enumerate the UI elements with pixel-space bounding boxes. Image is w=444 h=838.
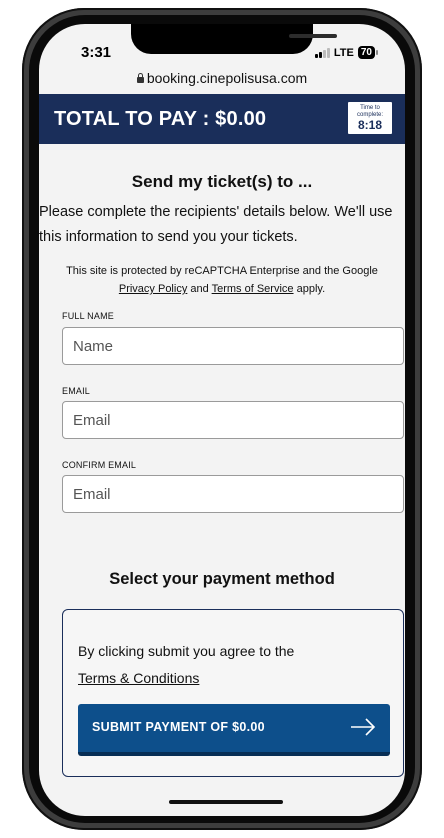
submit-payment-label: SUBMIT PAYMENT OF $0.00 — [92, 720, 265, 734]
status-time: 3:31 — [81, 44, 112, 61]
url-text: booking.cinepolisusa.com — [146, 70, 308, 86]
timer-value: 8:18 — [357, 118, 383, 132]
submit-payment-button[interactable]: SUBMIT PAYMENT OF $0.00 — [78, 704, 390, 756]
total-to-pay: TOTAL TO PAY : $0.00 — [54, 108, 267, 130]
countdown-timer: Time to complete: 8:18 — [347, 101, 393, 135]
recaptcha-notice: This site is protected by reCAPTCHA Ente… — [39, 262, 405, 298]
terms-of-service-link[interactable]: Terms of Service — [212, 283, 294, 295]
and-text: and — [190, 283, 209, 295]
privacy-policy-link[interactable]: Privacy Policy — [119, 283, 187, 295]
network-type: LTE — [333, 46, 354, 59]
speaker-grille — [289, 34, 337, 38]
confirm-email-label: CONFIRM EMAIL — [62, 460, 137, 470]
full-name-label: FULL NAME — [62, 311, 114, 321]
payment-card: By clicking submit you agree to the Term… — [62, 609, 404, 777]
email-label: EMAIL — [62, 386, 91, 396]
confirm-email-input[interactable] — [62, 475, 404, 513]
terms-conditions-link[interactable]: Terms & Conditions — [78, 670, 199, 686]
battery-icon: 70 — [357, 46, 379, 59]
apply-text: apply. — [296, 283, 326, 295]
payment-title: Select your payment method — [109, 570, 335, 588]
arrow-right-icon — [350, 718, 376, 739]
recipients-intro: Please complete the recipients' details … — [39, 204, 393, 245]
home-indicator[interactable] — [169, 800, 283, 804]
phone-screen: 3:31 LTE 70 booking.cinepolisusa.com TOT… — [39, 24, 405, 816]
recaptcha-text: This site is protected by reCAPTCHA Ente… — [66, 265, 378, 277]
signal-icon — [314, 47, 330, 58]
recipients-title: Send my ticket(s) to ... — [131, 172, 313, 191]
lock-icon — [136, 73, 144, 83]
total-header: TOTAL TO PAY : $0.00 Time to complete: 8… — [39, 94, 405, 144]
url-bar[interactable]: booking.cinepolisusa.com — [39, 70, 405, 86]
timer-label-1: Time to — [360, 105, 380, 111]
status-indicators: LTE 70 — [314, 46, 379, 59]
agree-text: By clicking submit you agree to the — [78, 643, 295, 659]
full-name-input[interactable] — [62, 327, 404, 365]
notch — [131, 24, 337, 54]
email-input[interactable] — [62, 401, 404, 439]
